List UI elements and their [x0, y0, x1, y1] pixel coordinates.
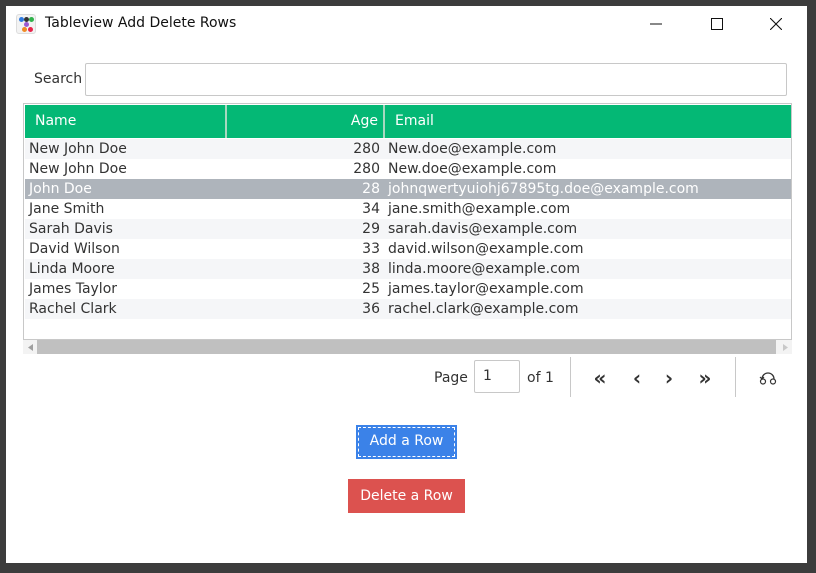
table-row[interactable]: John Doe 28 johnqwertyuiohj67895tg.doe@exa… — [25, 179, 791, 199]
table-row[interactable]: New John Doe 280 New.doe@example.com — [25, 159, 791, 179]
arrow-right-icon — [782, 343, 788, 351]
cell-age: 280 — [353, 161, 380, 177]
close-icon — [770, 18, 782, 30]
cell-email: New.doe@example.com — [388, 141, 557, 157]
next-page-button[interactable]: › — [657, 366, 681, 390]
table-row[interactable]: David Wilson 33 david.wilson@example.com — [25, 239, 791, 259]
cell-name: Linda Moore — [29, 261, 115, 277]
table-row[interactable]: James Taylor 25 james.taylor@example.com — [25, 279, 791, 299]
cell-email: linda.moore@example.com — [388, 261, 581, 277]
cell-email: jane.smith@example.com — [388, 201, 571, 217]
maximize-icon — [711, 18, 723, 30]
cell-name: James Taylor — [29, 281, 118, 297]
page-total-label: of 1 — [527, 370, 554, 386]
cell-email: james.taylor@example.com — [388, 281, 584, 297]
cell-age: 28 — [362, 181, 380, 197]
cell-age: 25 — [362, 281, 380, 297]
cell-email: New.doe@example.com — [388, 161, 557, 177]
double-chevron-left-icon: « — [593, 366, 607, 390]
first-page-button[interactable]: « — [588, 366, 612, 390]
cell-age: 36 — [362, 301, 380, 317]
search-label: Search — [34, 71, 83, 87]
page-label: Page — [434, 370, 468, 386]
horizontal-scrollbar[interactable] — [23, 340, 792, 354]
cell-age: 38 — [362, 261, 380, 277]
column-header-email[interactable]: Email — [385, 105, 791, 138]
minimize-icon — [650, 23, 662, 25]
table-row[interactable]: New John Doe 280 New.doe@example.com — [25, 139, 791, 159]
column-header-age[interactable]: Age — [227, 105, 385, 138]
reset-icon — [759, 372, 777, 385]
cell-name: John Doe — [29, 181, 92, 197]
double-chevron-right-icon: » — [698, 366, 712, 390]
scrollbar-thumb[interactable] — [37, 340, 776, 354]
cell-name: New John Doe — [29, 161, 127, 177]
delete-row-button[interactable]: Delete a Row — [348, 479, 465, 513]
arrow-left-icon — [27, 343, 33, 351]
pager-divider — [570, 357, 571, 397]
cell-email: rachel.clark@example.com — [388, 301, 579, 317]
close-button[interactable] — [753, 6, 799, 42]
cell-age: 33 — [362, 241, 380, 257]
cell-email: david.wilson@example.com — [388, 241, 584, 257]
table-row[interactable]: Rachel Clark 36 rachel.clark@example.com — [25, 299, 791, 319]
chevron-left-icon: ‹ — [632, 366, 642, 390]
cell-name: Jane Smith — [29, 201, 105, 217]
scroll-right-button[interactable] — [778, 340, 792, 354]
data-table: Name Age Email New John Doe 280 New.doe@ex… — [23, 103, 792, 340]
maximize-button[interactable] — [694, 6, 740, 42]
pager-divider — [735, 357, 736, 397]
search-input[interactable] — [85, 63, 787, 96]
table-header: Name Age Email — [25, 105, 791, 138]
cell-name: New John Doe — [29, 141, 127, 157]
table-row[interactable]: Linda Moore 38 linda.moore@example.com — [25, 259, 791, 279]
reset-button[interactable] — [756, 366, 780, 390]
app-window: Tableview Add Delete Rows Search Name Ag… — [6, 6, 807, 563]
cell-email: johnqwertyuiohj67895tg.doe@example.com — [388, 181, 699, 197]
last-page-button[interactable]: » — [693, 366, 717, 390]
cell-email: sarah.davis@example.com — [388, 221, 578, 237]
minimize-button[interactable] — [633, 6, 679, 42]
add-row-button[interactable]: Add a Row — [356, 425, 457, 459]
cell-age: 280 — [353, 141, 380, 157]
window-title: Tableview Add Delete Rows — [45, 15, 237, 31]
title-bar: Tableview Add Delete Rows — [6, 6, 807, 42]
table-row[interactable]: Sarah Davis 29 sarah.davis@example.com — [25, 219, 791, 239]
cell-name: Sarah Davis — [29, 221, 113, 237]
column-header-name[interactable]: Name — [25, 105, 227, 138]
cell-name: David Wilson — [29, 241, 120, 257]
table-body: New John Doe 280 New.doe@example.com New Jo… — [25, 139, 791, 319]
cell-age: 29 — [362, 221, 380, 237]
page-number-input[interactable]: 1 — [474, 360, 520, 393]
table-row[interactable]: Jane Smith 34 jane.smith@example.com — [25, 199, 791, 219]
app-icon — [16, 14, 36, 34]
cell-age: 34 — [362, 201, 380, 217]
cell-name: Rachel Clark — [29, 301, 117, 317]
scroll-left-button[interactable] — [23, 340, 37, 354]
chevron-right-icon: › — [664, 366, 674, 390]
previous-page-button[interactable]: ‹ — [625, 366, 649, 390]
